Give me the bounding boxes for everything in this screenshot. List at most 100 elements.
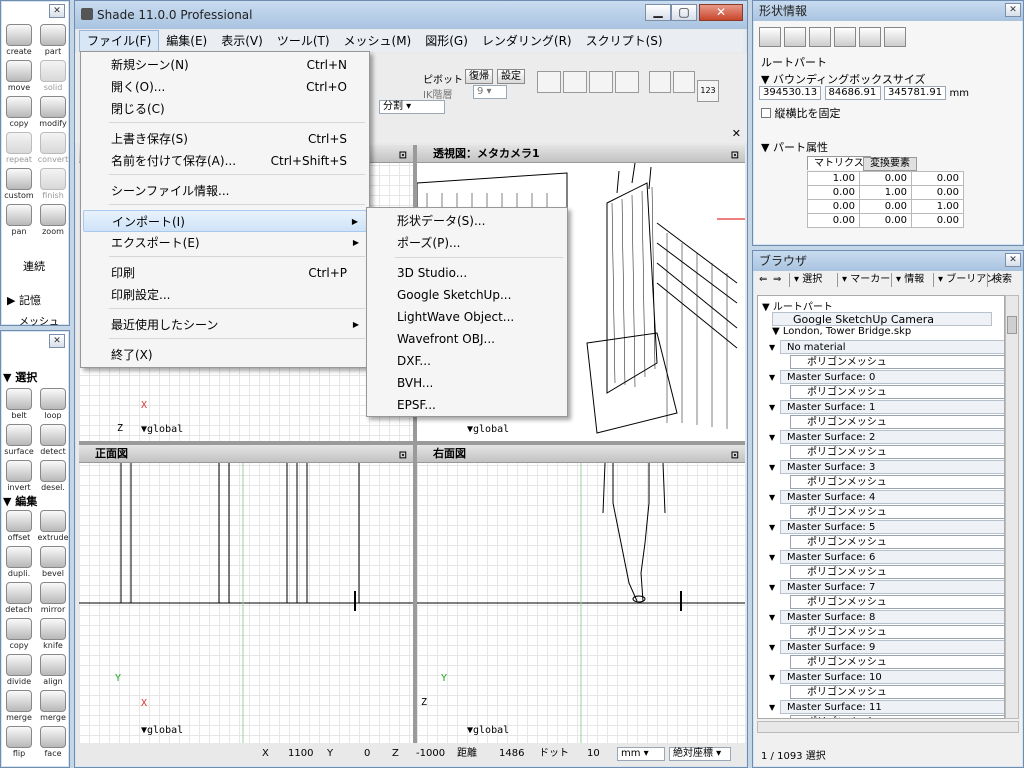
polygon-mesh-item[interactable]: ポリゴンメッシュ <box>790 565 1004 579</box>
group-node[interactable]: ▼ No material <box>769 340 1004 354</box>
mesh-tool-align[interactable]: align <box>37 653 69 689</box>
group-node[interactable]: ▼ Master Surface: 9 <box>769 640 1004 654</box>
mesh-tool-detect[interactable]: detect <box>37 423 69 459</box>
file-menu-item-7[interactable]: エクスポート(E) ▶ <box>83 232 367 254</box>
menu-1[interactable]: 編集(E) <box>159 31 214 51</box>
expand-icon[interactable]: ▼ <box>769 371 775 385</box>
mesh-tool-offset[interactable]: offset <box>3 509 35 545</box>
renzoku-label[interactable]: 連続 <box>23 258 45 274</box>
camera-node[interactable]: Google SketchUp Camera <box>772 312 992 326</box>
file-menu-item-5[interactable]: シーンファイル情報... <box>83 180 367 202</box>
mesh-tool-detach[interactable]: detach <box>3 581 35 617</box>
front-viewport[interactable]: 正面図 ⊡ Y X ▼global <box>79 445 413 743</box>
maximize-button[interactable]: ▢ <box>671 4 697 21</box>
polygon-mesh-item[interactable]: ポリゴンメッシュ <box>790 475 1004 489</box>
mesh-tool-mirror[interactable]: mirror <box>37 581 69 617</box>
tool-part[interactable]: part <box>37 23 69 59</box>
expand-icon[interactable]: ▼ <box>769 701 775 715</box>
import-item-3[interactable]: Google SketchUp... <box>369 284 565 306</box>
import-item-1[interactable]: ポーズ(P)... <box>369 232 565 254</box>
mesh-tool-knife[interactable]: knife <box>37 617 69 653</box>
forward-icon[interactable]: ⇒ <box>773 273 781 287</box>
marker-dropdown[interactable]: ▾ マーカー <box>837 273 890 287</box>
tool-finish[interactable]: finish <box>37 167 69 203</box>
transform-tab[interactable]: 変換要素 <box>863 157 917 171</box>
grid-icon[interactable] <box>649 71 671 93</box>
menu-2[interactable]: 表示(V) <box>214 31 270 51</box>
camera-icon[interactable] <box>834 27 856 47</box>
l-icon[interactable] <box>589 71 613 93</box>
expand-icon[interactable]: ▼ <box>769 431 775 445</box>
matrix-cell[interactable]: 0.00 <box>807 199 860 214</box>
info-dropdown[interactable]: ▾ 情報 <box>891 273 924 287</box>
mesh-tool-loop[interactable]: loop <box>37 387 69 423</box>
back-icon[interactable]: ⇐ <box>759 273 767 287</box>
r-icon[interactable] <box>615 71 639 93</box>
group-node[interactable]: ▼ Master Surface: 0 <box>769 370 1004 384</box>
import-item-2[interactable]: 3D Studio... <box>369 262 565 284</box>
matrix-cell[interactable]: 0.00 <box>859 199 912 214</box>
tree-group[interactable]: ▼ Master Surface: 1 ポリゴンメッシュ <box>769 400 1004 429</box>
file-menu-item-6[interactable]: インポート(I) ▶ <box>83 210 367 232</box>
group-node[interactable]: ▼ Master Surface: 8 <box>769 610 1004 624</box>
mesh-tool-face[interactable]: face <box>37 725 69 761</box>
gear-icon[interactable] <box>809 27 831 47</box>
expand-icon[interactable]: ▼ <box>769 401 775 415</box>
part-icon[interactable] <box>759 27 781 47</box>
import-item-4[interactable]: LightWave Object... <box>369 306 565 328</box>
import-item-5[interactable]: Wavefront OBJ... <box>369 328 565 350</box>
mesh-tool-dupli[interactable]: dupli. <box>3 545 35 581</box>
group-node[interactable]: ▼ Master Surface: 1 <box>769 400 1004 414</box>
mesh-tool-merge[interactable]: merge <box>37 689 69 725</box>
menu-6[interactable]: レンダリング(R) <box>475 31 579 51</box>
menu-0[interactable]: ファイル(F) <box>79 30 160 52</box>
mesh-tab[interactable]: メッシュ <box>19 313 59 328</box>
settings-button[interactable]: 設定 <box>497 69 525 84</box>
tree-group[interactable]: ▼ Master Surface: 2 ポリゴンメッシュ <box>769 430 1004 459</box>
tree-group[interactable]: ▼ Master Surface: 7 ポリゴンメッシュ <box>769 580 1004 609</box>
expand-icon[interactable]: ▼ <box>769 491 775 505</box>
mesh-tool-extrude[interactable]: extrude <box>37 509 69 545</box>
pivot-label[interactable]: ピボット <box>423 71 463 86</box>
global-label[interactable]: ▼global <box>467 725 509 736</box>
tool-palette-close-icon[interactable]: ✕ <box>49 4 65 18</box>
file-menu-item-11[interactable]: 終了(X) <box>83 344 367 366</box>
kioku-label[interactable]: ▶ 記憶 <box>7 292 41 308</box>
unit-select[interactable]: mm ▾ <box>617 747 665 761</box>
polygon-mesh-item[interactable]: ポリゴンメッシュ <box>790 715 1004 718</box>
file-menu-item-0[interactable]: 新規シーン(N) Ctrl+N <box>83 54 367 76</box>
toolbar-close-icon[interactable]: ✕ <box>732 127 741 140</box>
global-label[interactable]: ▼global <box>141 725 183 736</box>
matrix-cell[interactable]: 1.00 <box>859 185 912 200</box>
mesh-tool-merge[interactable]: merge <box>3 689 35 725</box>
expand-icon[interactable]: ▼ <box>769 551 775 565</box>
menu-4[interactable]: メッシュ(M) <box>337 31 419 51</box>
expand-icon[interactable]: ▼ <box>769 611 775 625</box>
browser-close-icon[interactable]: ✕ <box>1005 253 1021 267</box>
file-menu-item-8[interactable]: 印刷 Ctrl+P <box>83 262 367 284</box>
solid-icon[interactable] <box>784 27 806 47</box>
mesh-tool-flip[interactable]: flip <box>3 725 35 761</box>
minimize-button[interactable]: ▁ <box>645 4 671 21</box>
polygon-mesh-item[interactable]: ポリゴンメッシュ <box>790 445 1004 459</box>
menu-5[interactable]: 図形(G) <box>418 31 475 51</box>
menu-7[interactable]: スクリプト(S) <box>579 31 670 51</box>
ik-level-select[interactable]: 9 ▾ <box>473 85 507 99</box>
select-dropdown[interactable]: ▾ 選択 <box>789 273 822 287</box>
mesh-tool-surface[interactable]: surface <box>3 423 35 459</box>
expand-icon[interactable]: ▼ <box>769 581 775 595</box>
group-node[interactable]: ▼ Master Surface: 6 <box>769 550 1004 564</box>
file-node[interactable]: ▼ London, Tower Bridge.skp <box>772 326 911 337</box>
count-button[interactable]: 123 <box>697 80 719 102</box>
tree-group[interactable]: ▼ Master Surface: 6 ポリゴンメッシュ <box>769 550 1004 579</box>
matrix-cell[interactable]: 0.00 <box>911 213 964 228</box>
matrix-cell[interactable]: 0.00 <box>911 171 964 186</box>
import-item-8[interactable]: EPSF... <box>369 394 565 416</box>
search-button[interactable]: 検索 <box>987 273 1012 287</box>
right-viewport[interactable]: 右面図 ⊡ Y Z ▼global <box>417 445 745 743</box>
matrix-tab[interactable]: マトリクス <box>807 156 871 170</box>
tool-repeat[interactable]: repeat <box>3 131 35 167</box>
split-select[interactable]: 分割 ▾ <box>379 100 445 114</box>
tree-group[interactable]: ▼ Master Surface: 9 ポリゴンメッシュ <box>769 640 1004 669</box>
mesh-tool-bevel[interactable]: bevel <box>37 545 69 581</box>
